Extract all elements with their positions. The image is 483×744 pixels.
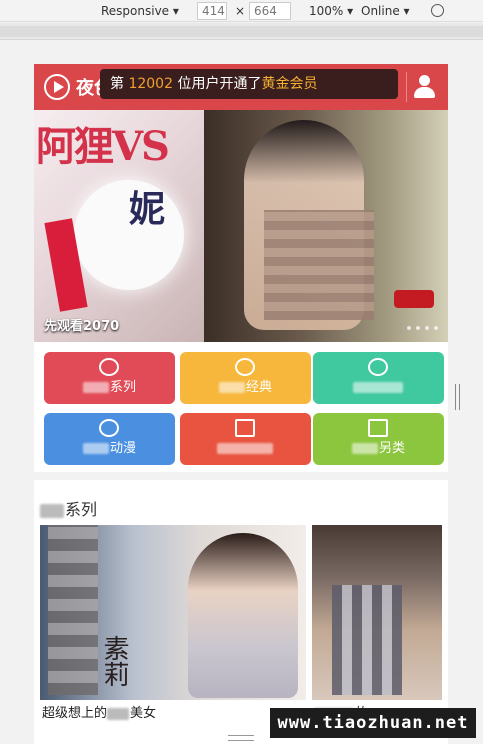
resize-grip[interactable] (228, 735, 254, 741)
zoom-label: 100% (309, 4, 344, 18)
film-strip-icon (368, 419, 388, 437)
device-select[interactable]: Responsive ▾ (101, 4, 179, 18)
carousel-dot[interactable] (434, 326, 438, 330)
user-icon-body (414, 87, 435, 98)
devtools-toolbar: Responsive ▾ 414 × 664 100% ▾ Online ▾ (0, 0, 483, 22)
mask-icon (99, 419, 119, 437)
ticker-number: 12002 (128, 76, 173, 92)
carousel-dots[interactable] (407, 326, 438, 330)
device-viewport: 夜色影院 第 12002 位用户开通了黄金会员 阿狸VS 妮 先观看2070 (34, 64, 448, 744)
carousel-dot[interactable] (425, 326, 429, 330)
banner-left-subtitle: 妮 (129, 188, 165, 230)
category-button-5[interactable] (180, 413, 311, 465)
bear-icon (235, 358, 255, 376)
height-input[interactable]: 664 (249, 2, 291, 20)
dimension-separator: × (235, 4, 246, 18)
banner-decoration (394, 290, 434, 308)
category-button-4[interactable]: 动漫 (44, 413, 175, 465)
category-label (313, 380, 444, 396)
banner-caption: 先观看2070 (44, 319, 120, 334)
category-button-1[interactable]: 系列 (44, 352, 175, 404)
resize-handle[interactable] (455, 384, 460, 410)
card-cover-text: 素莉 (99, 635, 129, 687)
carousel-dot[interactable] (416, 326, 420, 330)
user-button[interactable] (406, 72, 440, 102)
card-mosaic (332, 585, 402, 695)
device-label: Responsive (101, 4, 170, 18)
banner-carousel[interactable]: 阿狸VS 妮 先观看2070 (34, 110, 448, 342)
category-button-6[interactable]: 另类 (313, 413, 444, 465)
category-label: 动漫 (44, 441, 175, 457)
notice-ticker: 第 12002 位用户开通了黄金会员 (100, 69, 398, 99)
watermark: www.tiaozhuan.net (270, 708, 476, 738)
app-header: 夜色影院 第 12002 位用户开通了黄金会员 (34, 64, 448, 110)
category-label (180, 441, 311, 457)
banner-mosaic (264, 210, 374, 320)
banner-image-left: 阿狸VS 妮 (34, 110, 204, 342)
category-button-2[interactable]: 经典 (180, 352, 311, 404)
film-reel-icon (368, 358, 388, 376)
category-label: 系列 (44, 380, 175, 396)
carousel-dot[interactable] (407, 326, 411, 330)
ticker-prefix: 第 (110, 76, 124, 92)
video-card-1[interactable]: 素莉 (40, 525, 306, 700)
media-query-ruler (0, 23, 483, 40)
video-card-2[interactable] (312, 525, 442, 700)
ticker-middle: 位用户开通了 (177, 76, 262, 92)
ticker-highlight: 黄金会员 (261, 76, 318, 92)
width-input[interactable]: 414 (197, 2, 227, 20)
play-icon (44, 74, 70, 100)
banner-left-title: 阿狸VS (36, 123, 170, 170)
category-button-3[interactable] (313, 352, 444, 404)
card-mosaic (48, 525, 98, 695)
user-icon (419, 75, 430, 86)
card-caption-1[interactable]: 超级想上的 美女 (42, 702, 156, 721)
category-label: 经典 (180, 380, 311, 396)
network-label: Online (361, 4, 400, 18)
category-grid: 系列 经典 动漫 另类 (34, 342, 448, 472)
grid-icon (235, 419, 255, 437)
satellite-icon (99, 358, 119, 376)
category-label: 另类 (313, 441, 444, 457)
network-select[interactable]: Online ▾ (361, 4, 410, 18)
banner-image-right (204, 110, 448, 342)
series-section: 系列 素莉 超级想上的美女 的 (34, 480, 448, 744)
rotate-icon[interactable] (431, 4, 444, 17)
card-figure (188, 533, 298, 698)
zoom-select[interactable]: 100% ▾ (309, 4, 353, 18)
section-title: 系列 (40, 496, 97, 520)
